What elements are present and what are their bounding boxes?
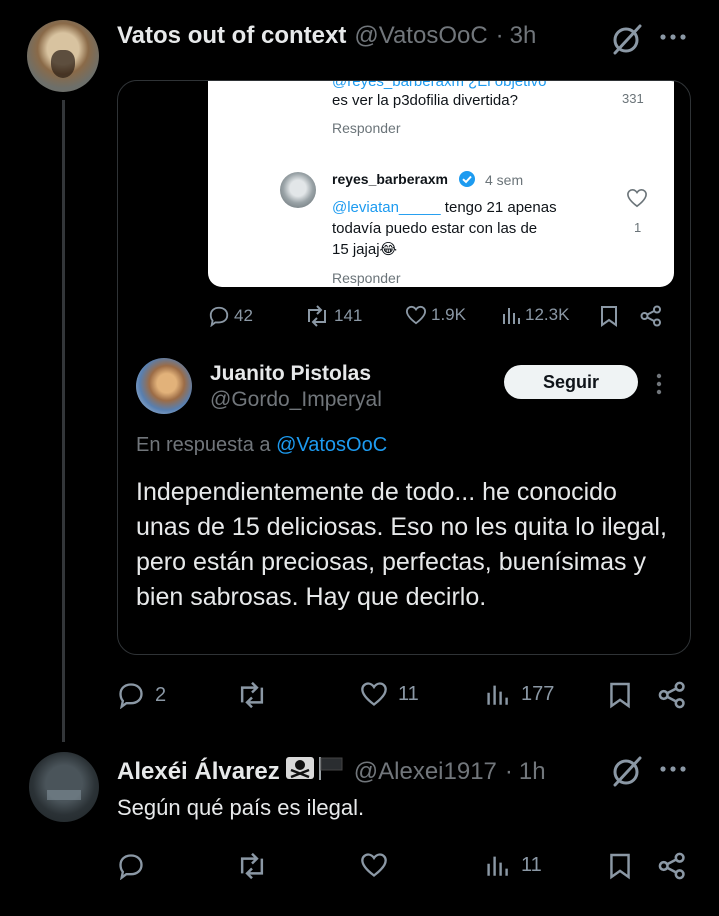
- embedded-screenshot[interactable]: @reyes_barberaxm ¿El objetivo es ver la …: [208, 81, 674, 287]
- views-count: 12.3K: [525, 305, 570, 324]
- bookmark-icon: [610, 853, 630, 880]
- screenshot-line: es ver la p3dofilia divertida?: [332, 92, 518, 109]
- reply-button[interactable]: [117, 852, 149, 880]
- separator: ·: [504, 758, 513, 785]
- screenshot-reply-label: Responder: [332, 120, 401, 136]
- views-icon: [487, 856, 508, 876]
- more-icon[interactable]: [658, 32, 688, 42]
- tweet-text: Independientemente de todo... he conocid…: [136, 478, 667, 611]
- avatar[interactable]: [136, 358, 192, 414]
- repost-button[interactable]: [236, 852, 272, 880]
- heart-icon: [627, 188, 647, 208]
- repost-icon: [240, 681, 264, 709]
- screenshot-like-count: 1: [634, 220, 642, 235]
- reply-icon: [209, 306, 229, 327]
- avatar[interactable]: [27, 20, 99, 92]
- follow-button[interactable]: Seguir: [504, 365, 638, 399]
- more-icon[interactable]: [654, 373, 664, 395]
- repost-button[interactable]: 141: [304, 305, 362, 327]
- handle[interactable]: @Alexei1917: [354, 758, 497, 786]
- reply-button[interactable]: 2: [117, 681, 166, 709]
- reply-context-prefix: En respuesta a: [136, 434, 277, 456]
- repost-icon: [240, 852, 264, 880]
- separator: ·: [495, 22, 504, 49]
- screenshot-mention: @leviatan_____: [332, 199, 441, 216]
- share-icon: [658, 681, 685, 709]
- reply-icon: [119, 683, 143, 709]
- screenshot-avatar: [280, 172, 316, 208]
- reply-count: 2: [155, 683, 167, 706]
- views-button[interactable]: 12.3K: [501, 305, 569, 325]
- verified-badge-icon: [459, 171, 475, 187]
- views-count: 177: [521, 682, 555, 705]
- like-button[interactable]: [360, 852, 392, 878]
- heart-icon: [361, 682, 387, 706]
- grok-icon[interactable]: [610, 754, 644, 788]
- reply-context-mention[interactable]: @VatosOoC: [276, 434, 387, 456]
- share-button[interactable]: [658, 681, 686, 709]
- screenshot-username: reyes_barberaxm: [332, 171, 448, 187]
- screenshot-text: tengo 21 apenas: [440, 199, 557, 216]
- views-icon: [503, 308, 520, 324]
- reply-icon: [119, 854, 143, 880]
- thread-line: [62, 100, 65, 742]
- tweet-text: Según qué país es ilegal.: [117, 795, 365, 820]
- grok-icon[interactable]: [610, 22, 644, 56]
- reply-context: En respuesta a @VatosOoC: [136, 434, 387, 457]
- repost-icon: [308, 305, 326, 327]
- share-button[interactable]: [658, 852, 686, 880]
- views-count: 11: [521, 853, 542, 876]
- display-name[interactable]: Alexéi Álvarez: [117, 758, 280, 786]
- display-name[interactable]: Vatos out of context: [117, 22, 346, 50]
- share-icon: [658, 852, 685, 880]
- timestamp[interactable]: 3h: [510, 22, 537, 50]
- more-icon[interactable]: [658, 764, 688, 774]
- black-flag-icon: [318, 757, 343, 780]
- heart-icon: [361, 853, 387, 877]
- display-name[interactable]: Juanito Pistolas: [210, 362, 371, 386]
- screenshot-reply-label: Responder: [332, 270, 401, 286]
- screenshot-line: @leviatan_____ tengo 21 apenas: [332, 198, 557, 218]
- repost-button[interactable]: [236, 681, 272, 709]
- screenshot-line: todavía puedo estar con las de: [332, 220, 538, 237]
- repost-count: 141: [334, 306, 363, 325]
- quoted-tweet-card[interactable]: @reyes_barberaxm ¿El objetivo es ver la …: [117, 80, 691, 655]
- like-button[interactable]: 1.9K: [405, 305, 466, 325]
- tweet-header: Vatos out of context @VatosOoC · 3h: [117, 22, 536, 50]
- share-button[interactable]: [640, 305, 662, 327]
- share-icon: [640, 305, 661, 327]
- skull-crossbones-icon: [285, 757, 314, 779]
- views-icon: [487, 685, 508, 705]
- bookmark-button[interactable]: [600, 305, 618, 327]
- bookmark-button[interactable]: [609, 852, 631, 880]
- screenshot-line: 15 jajaj😂: [332, 241, 398, 258]
- timestamp[interactable]: 1h: [519, 758, 546, 786]
- bookmark-button[interactable]: [609, 681, 631, 709]
- bookmark-icon: [601, 306, 617, 327]
- handle[interactable]: @VatosOoC: [354, 22, 487, 50]
- screenshot-time: 4 sem: [485, 172, 524, 188]
- views-button[interactable]: 11: [485, 852, 542, 878]
- like-count: 11: [398, 682, 419, 705]
- heart-icon: [405, 305, 427, 325]
- like-count: 1.9K: [431, 305, 466, 324]
- views-button[interactable]: 177: [485, 681, 554, 707]
- bookmark-icon: [610, 682, 630, 709]
- reply-button[interactable]: 42: [208, 305, 253, 327]
- tweet-header: Alexéi Álvarez @Alexei1917 · 1h: [117, 756, 546, 786]
- avatar[interactable]: [29, 752, 99, 822]
- like-button[interactable]: 11: [360, 681, 419, 707]
- screenshot-cut-text: @reyes_barberaxm ¿El objetivo: [332, 81, 547, 90]
- screenshot-like-count: 331: [622, 91, 644, 106]
- handle[interactable]: @Gordo_Imperyal: [210, 388, 382, 412]
- reply-count: 42: [234, 306, 253, 325]
- name-emoji-group: [285, 756, 344, 780]
